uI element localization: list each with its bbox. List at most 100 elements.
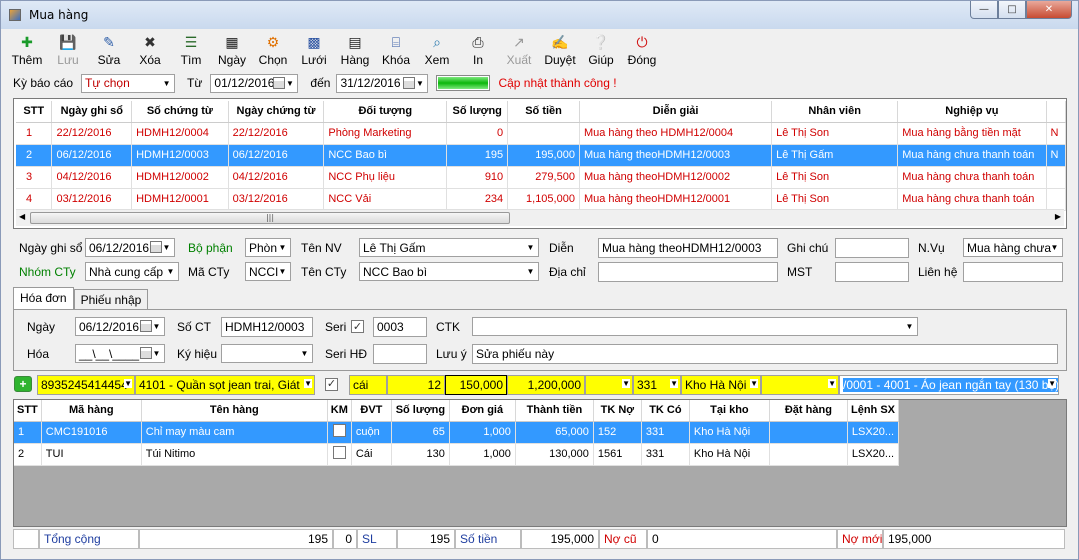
toolbar-find-button[interactable]: ☰ Tìm — [175, 29, 207, 69]
toolbar-delete-button[interactable]: ✖ Xóa — [134, 29, 166, 69]
toolbar-export-button[interactable]: ↗ Xuất — [503, 29, 535, 69]
invoice-serial-field[interactable] — [373, 344, 427, 364]
items-header-cell[interactable]: ĐVT — [351, 400, 392, 422]
toolbar-view-button[interactable]: ⌕ Xem — [421, 29, 453, 69]
add-line-button[interactable]: + — [13, 375, 37, 395]
list-header-cell[interactable]: Diễn giải — [579, 101, 773, 123]
voucher-no-field[interactable]: HDMH12/0003 — [221, 317, 313, 337]
price-field[interactable]: 150,000 — [445, 375, 507, 395]
warehouse-select[interactable]: Kho Hà Nội ▼ — [681, 375, 761, 395]
tab-receipt[interactable]: Phiếu nhập — [73, 289, 149, 309]
items-header-cell[interactable]: Lệnh SX — [847, 400, 900, 422]
toolbar-calendar-button[interactable]: ▦ Ngày — [216, 29, 248, 69]
invoice-date2-picker[interactable]: __\__\____ ▼ — [75, 344, 165, 363]
items-header-cell[interactable]: Đặt hàng — [769, 400, 848, 422]
company-code-select[interactable]: NCCI ▼ — [245, 262, 291, 281]
product-select[interactable]: 4101 - Quần sọt jean trai, Giát ▼ — [135, 375, 315, 395]
barcode-select[interactable]: 8935245414454 ▼ — [37, 375, 135, 395]
list-header-cell[interactable]: Số tiền — [507, 101, 580, 123]
from-date-value: 01/12/2016 — [214, 76, 275, 90]
credit-account-select[interactable]: 331 ▼ — [633, 375, 681, 395]
order-select[interactable]: ▼ — [761, 375, 839, 395]
business-type-select[interactable]: Mua hàng chưa ▼ — [963, 238, 1063, 257]
list-header-cell[interactable]: Ngày chứng từ — [228, 101, 325, 123]
invoice-date-picker[interactable]: 06/12/2016 ▼ — [75, 317, 165, 336]
toolbar-pencil-button[interactable]: ✎ Sửa — [93, 29, 125, 69]
list-header-cell[interactable]: Đối tượng — [323, 101, 448, 123]
table-row[interactable]: 4 03/12/2016 HDMH12/0001 03/12/2016 NCC Vải 2… — [16, 188, 1066, 211]
toolbar-gear-button[interactable]: ⚙ Chọn — [257, 29, 289, 69]
items-header-cell[interactable]: Số lượng — [391, 400, 450, 422]
contact-field[interactable] — [963, 262, 1063, 282]
items-header-cell[interactable]: Tên hàng — [141, 400, 328, 422]
table-cell: TUI — [41, 443, 142, 466]
unit-field[interactable]: cái — [349, 375, 387, 395]
table-row[interactable]: 3 04/12/2016 HDMH12/0002 04/12/2016 NCC Phụ … — [16, 166, 1066, 189]
list-header-cell[interactable]: Nghiệp vụ — [897, 101, 1047, 123]
scroll-left-icon[interactable]: ◀ — [19, 212, 25, 221]
table-row[interactable]: 1 CMC191016 Chỉ may màu cam cuộn 65 1,000 65,0… — [14, 421, 900, 444]
department-select[interactable]: Phòn ▼ — [245, 238, 291, 257]
toolbar-save-button[interactable]: 💾 Lưu — [52, 29, 84, 69]
table-cell: cuộn — [351, 421, 392, 444]
list-header-cell[interactable]: STT — [16, 101, 53, 123]
items-header-cell[interactable]: Tại kho — [689, 400, 770, 422]
table-row[interactable]: 1 22/12/2016 HDMH12/0004 22/12/2016 Phòng Ma… — [16, 122, 1066, 145]
list-header-cell[interactable]: Nhân viên — [771, 101, 899, 123]
serial-field[interactable]: 0003 — [373, 317, 427, 337]
symbol-select[interactable]: ▼ — [221, 344, 313, 363]
maximize-button[interactable]: □ — [998, 1, 1026, 19]
table-row[interactable]: 2 06/12/2016 HDMH12/0003 06/12/2016 NCC Bao … — [16, 144, 1066, 167]
items-header-cell[interactable]: KM — [327, 400, 352, 422]
toolbar-box-button[interactable]: ▤ Hàng — [339, 29, 371, 69]
promotion-checkbox[interactable] — [332, 424, 346, 437]
items-header-cell[interactable]: Thành tiền — [515, 400, 594, 422]
tab-invoice[interactable]: Hóa đơn — [13, 287, 74, 309]
toolbar-label: Tìm — [180, 53, 202, 67]
list-header-cell[interactable]: Số chứng từ — [131, 101, 229, 123]
serial-checkbox[interactable]: ✓ — [351, 320, 364, 333]
toolbar-power-button[interactable]: ⏻ Đóng — [626, 29, 658, 69]
period-select[interactable]: Tự chọn ▼ — [81, 73, 176, 93]
items-header-cell[interactable]: TK Có — [641, 400, 690, 422]
production-order-select[interactable]: /0001 - 4001 - Áo jean ngắn tay (130 bộ)… — [839, 375, 1059, 395]
items-header-cell[interactable]: Đơn giá — [449, 400, 516, 422]
list-header-cell[interactable]: Số lượng — [446, 101, 509, 123]
close-button[interactable]: ✕ — [1026, 1, 1072, 19]
amount-field[interactable]: 1,200,000 — [507, 375, 585, 395]
scroll-thumb[interactable]: ||| — [30, 212, 510, 224]
table-row[interactable]: 2 TUI Túi Nitimo Cái 130 1,000 130,000 1561 331 K… — [14, 443, 900, 466]
note-field[interactable] — [835, 238, 909, 258]
company-name-select[interactable]: NCC Bao bì ▼ — [359, 262, 539, 281]
promotion-checkbox[interactable]: ✓ — [325, 378, 338, 391]
promotion-checkbox[interactable] — [332, 446, 346, 459]
toolbar-label: Xuất — [506, 53, 532, 67]
list-header-cell[interactable] — [1046, 101, 1066, 123]
minimize-button[interactable]: — — [970, 1, 998, 19]
list-header-cell[interactable]: Ngày ghi sổ — [51, 101, 133, 123]
items-header-cell[interactable]: Mã hàng — [41, 400, 142, 422]
toolbar-printer-button[interactable]: ⎙ In — [462, 29, 494, 69]
debit-account-select[interactable]: ▼ — [585, 375, 633, 395]
invoice-panel: Ngày 06/12/2016 ▼ Số CT HDMH12/0003 Seri … — [13, 309, 1067, 371]
posting-date-picker[interactable]: 06/12/2016 ▼ — [85, 238, 175, 257]
scroll-right-icon[interactable]: ▶ — [1055, 212, 1061, 221]
tax-code-field[interactable] — [835, 262, 909, 282]
note2-field[interactable]: Sửa phiếu này — [472, 344, 1058, 364]
ctk-select[interactable]: ▼ — [472, 317, 918, 336]
toolbar-grid-button[interactable]: ▩ Lưới — [298, 29, 330, 69]
toolbar-help-button[interactable]: ❔ Giúp — [585, 29, 617, 69]
from-date-picker[interactable]: 01/12/2016 ▼ — [210, 73, 299, 93]
to-date-picker[interactable]: 31/12/2016 ▼ — [336, 73, 429, 93]
toolbar-add-button[interactable]: ✚ Thêm — [11, 29, 43, 69]
items-header-cell[interactable]: TK Nợ — [593, 400, 642, 422]
items-header-cell[interactable]: STT — [14, 400, 42, 422]
employee-select[interactable]: Lê Thị Gấm ▼ — [359, 238, 539, 257]
address-field[interactable] — [598, 262, 778, 282]
toolbar-lock-button[interactable]: ⌸ Khóa — [380, 29, 412, 69]
description-field[interactable]: Mua hàng theoHDMH12/0003 — [598, 238, 778, 258]
horizontal-scrollbar[interactable]: ◀ ||| ▶ — [16, 209, 1064, 226]
quantity-field[interactable]: 12 — [387, 375, 445, 395]
toolbar-approve-button[interactable]: ✍ Duyệt — [544, 29, 576, 69]
company-group-select[interactable]: Nhà cung cấp ▼ — [85, 262, 179, 281]
